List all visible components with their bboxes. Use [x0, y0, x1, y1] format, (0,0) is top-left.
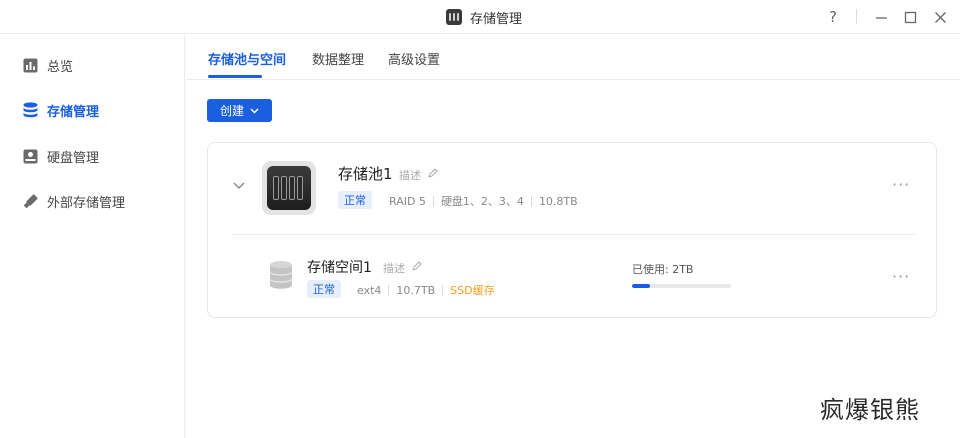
- sidebar-item-disks[interactable]: 硬盘管理: [0, 141, 184, 171]
- pool-capacity: 10.8TB: [538, 194, 578, 208]
- space-description-label[interactable]: 描述: [383, 260, 405, 276]
- expand-chevron-icon[interactable]: [232, 179, 246, 193]
- sidebar-item-label: 硬盘管理: [47, 150, 100, 166]
- help-icon: ?: [829, 8, 837, 26]
- edit-pencil-icon[interactable]: [428, 168, 438, 178]
- space-status-badge: 正常: [307, 280, 341, 298]
- create-button[interactable]: 创建: [207, 99, 272, 122]
- hard-disk-icon: [22, 148, 38, 164]
- watermark: 疯爆银熊: [820, 396, 920, 424]
- space-meta: ext4 10.7TB SSD缓存: [357, 282, 495, 298]
- sidebar-item-label: 外部存储管理: [47, 195, 126, 211]
- sidebar-item-label: 总览: [47, 59, 74, 75]
- storage-space-icon: [269, 261, 293, 289]
- window-title: 存储管理: [470, 11, 523, 27]
- sidebar: 总览 存储管理 硬盘管理 外部存储管理: [0, 35, 185, 438]
- usb-drive-icon: [22, 193, 38, 209]
- database-icon: [22, 102, 38, 118]
- pool-disks: 硬盘1、2、3、4: [440, 195, 524, 208]
- space-capacity: 10.7TB: [396, 283, 436, 297]
- pool-description-label[interactable]: 描述: [399, 167, 421, 183]
- space-more-button[interactable]: ···: [892, 267, 910, 286]
- create-button-label: 创建: [219, 104, 244, 118]
- maximize-icon: [904, 11, 916, 23]
- storage-app-icon: [446, 9, 462, 25]
- pool-name: 存储池1: [338, 165, 393, 183]
- pool-more-button[interactable]: ···: [892, 175, 910, 194]
- space-filesystem: ext4: [357, 283, 382, 297]
- ssd-cache-label: SSD缓存: [450, 284, 495, 297]
- maximize-button[interactable]: [900, 7, 920, 27]
- storage-pool-icon: [262, 161, 316, 215]
- sidebar-item-external-storage[interactable]: 外部存储管理: [0, 186, 184, 216]
- storage-pool-card: 存储池1 描述 正常 RAID 5 硬盘1、2、3、4 10.8TB ··· 存…: [207, 142, 937, 318]
- active-tab-indicator: [208, 75, 262, 78]
- tab-bar: 存储池与空间 数据整理 高级设置: [186, 35, 960, 80]
- close-button[interactable]: [930, 7, 950, 27]
- card-divider: [232, 234, 915, 235]
- space-name: 存储空间1: [307, 260, 372, 276]
- pool-meta: RAID 5 硬盘1、2、3、4 10.8TB: [389, 193, 578, 209]
- space-usage-progress: [632, 284, 731, 288]
- title-bar: 存储管理 ?: [0, 0, 960, 34]
- window-title-group: 存储管理: [446, 8, 523, 27]
- space-usage-fill: [632, 284, 650, 288]
- space-used-label: 已使用: 2TB: [632, 263, 694, 276]
- edit-pencil-icon[interactable]: [412, 261, 422, 271]
- sidebar-item-storage[interactable]: 存储管理: [0, 95, 184, 125]
- chevron-down-icon: [250, 107, 259, 114]
- close-icon: [934, 11, 946, 23]
- sidebar-item-label: 存储管理: [47, 104, 100, 120]
- chart-icon: [22, 57, 38, 73]
- tab-advanced-settings[interactable]: 高级设置: [388, 49, 440, 68]
- sidebar-item-overview[interactable]: 总览: [0, 50, 184, 80]
- pool-status-badge: 正常: [338, 191, 372, 209]
- minimize-icon: [875, 16, 887, 19]
- tab-pools-and-spaces[interactable]: 存储池与空间: [208, 49, 286, 68]
- help-button[interactable]: ?: [823, 7, 843, 27]
- tab-data-defrag[interactable]: 数据整理: [312, 49, 364, 68]
- minimize-button[interactable]: [871, 7, 891, 27]
- pool-raid-level: RAID 5: [389, 194, 426, 208]
- title-bar-divider: [856, 9, 857, 24]
